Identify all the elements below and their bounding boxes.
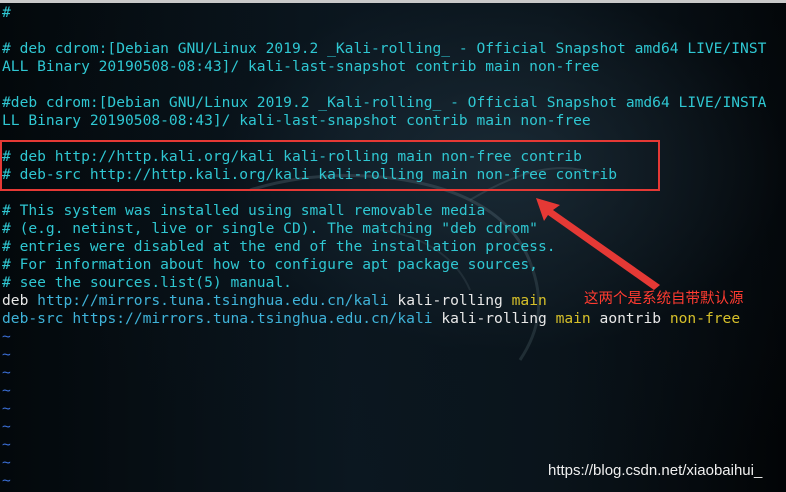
deb-url: http://mirrors.tuna.tsinghua.edu.cn/kali <box>37 292 389 309</box>
debsrc-component-3: non-free <box>669 310 741 327</box>
window-top-edge <box>0 0 786 3</box>
watermark-url: https://blog.csdn.net/xiaobaihui_ <box>548 462 763 479</box>
line-comment: # <box>2 4 11 21</box>
line-cdrom-comment-cont: ALL Binary 20190508-08:43]/ kali-last-sn… <box>2 58 600 75</box>
debsrc-url: https://mirrors.tuna.tsinghua.edu.cn/kal… <box>72 310 433 327</box>
deb-keyword: deb <box>2 292 29 309</box>
deb-component: main <box>511 292 547 309</box>
empty-line-tilde: ~ <box>2 364 11 381</box>
empty-line-tilde: ~ <box>2 472 11 489</box>
empty-line-tilde: ~ <box>2 346 11 363</box>
debsrc-component-2: aontrib <box>599 310 662 327</box>
highlight-box <box>0 140 660 191</box>
line-info-4: # For information about how to configure… <box>2 256 538 273</box>
line-mirror-deb-src: deb-src https://mirrors.tuna.tsinghua.ed… <box>2 310 740 328</box>
terminal-window[interactable]: # # deb cdrom:[Debian GNU/Linux 2019.2 _… <box>0 0 786 492</box>
empty-line-tilde: ~ <box>2 328 11 345</box>
empty-line-tilde: ~ <box>2 418 11 435</box>
line-info-1: # This system was installed using small … <box>2 202 486 219</box>
empty-line-tilde: ~ <box>2 436 11 453</box>
debsrc-dist: kali-rolling <box>441 310 547 327</box>
debsrc-keyword: deb-src <box>2 310 64 327</box>
empty-line-tilde: ~ <box>2 454 11 471</box>
deb-dist: kali-rolling <box>397 292 503 309</box>
empty-line-tilde: ~ <box>2 382 11 399</box>
line-info-3: # entries were disabled at the end of th… <box>2 238 556 255</box>
line-cdrom-comment: # deb cdrom:[Debian GNU/Linux 2019.2 _Ka… <box>2 40 767 57</box>
debsrc-component-1: main <box>555 310 591 327</box>
annotation-label: 这两个是系统自带默认源 <box>584 291 744 307</box>
line-info-5: # see the sources.list(5) manual. <box>2 274 292 291</box>
line-cdrom-comment-2-cont: LL Binary 20190508-08:43]/ kali-last-sna… <box>2 112 591 129</box>
line-mirror-deb: deb http://mirrors.tuna.tsinghua.edu.cn/… <box>2 292 547 310</box>
line-info-2: # (e.g. netinst, live or single CD). The… <box>2 220 538 237</box>
line-cdrom-comment-2: #deb cdrom:[Debian GNU/Linux 2019.2 _Kal… <box>2 94 767 111</box>
empty-line-tilde: ~ <box>2 400 11 417</box>
